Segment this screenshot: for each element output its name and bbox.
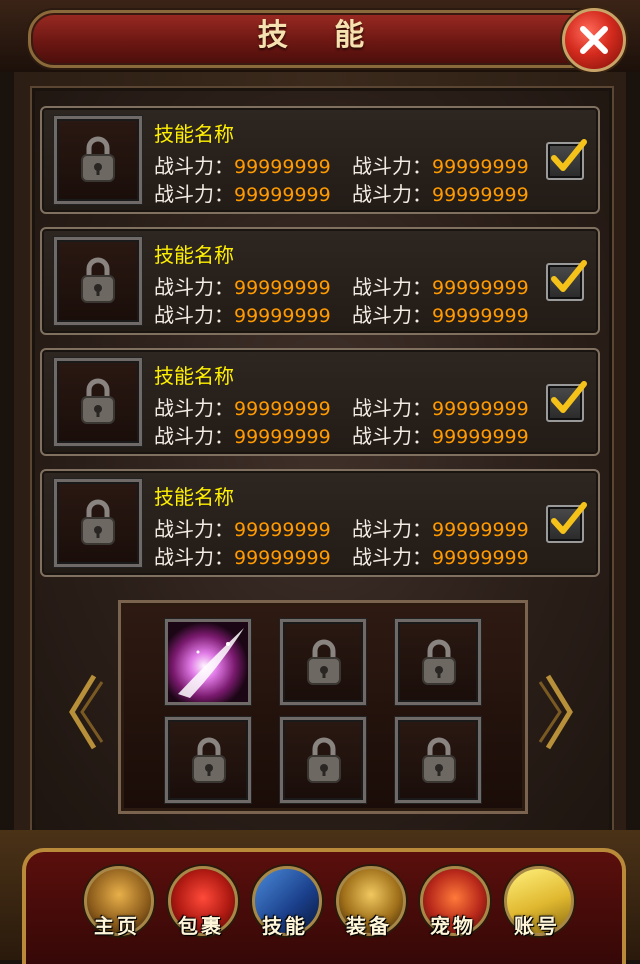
checkmark-icon [551, 502, 587, 534]
stat-power-3: 战斗力：99999999 [154, 303, 331, 327]
skill-checkbox[interactable] [546, 502, 587, 543]
skill-slot[interactable] [395, 717, 481, 803]
nav-label: 宠物 [430, 914, 476, 938]
skill-slot-active[interactable] [165, 619, 251, 705]
skill-checkbox[interactable] [546, 381, 587, 422]
skill-slot[interactable] [280, 619, 366, 705]
page-title: 技 能 [257, 18, 383, 53]
stat-power-3: 战斗力：99999999 [154, 424, 331, 448]
skill-card: 技能名称 战斗力：99999999 战斗力：99999999 战斗力：99999… [40, 227, 600, 335]
skill-slot[interactable] [54, 116, 142, 204]
stat-power-1: 战斗力：99999999 [154, 275, 331, 299]
lock-icon [422, 639, 456, 685]
skill-name: 技能名称 [154, 485, 234, 509]
nav-label: 账号 [514, 914, 560, 938]
chevron-right-icon [538, 674, 573, 750]
stat-power-1: 战斗力：99999999 [154, 154, 331, 178]
stat-power-4: 战斗力：99999999 [352, 303, 529, 327]
skill-slot[interactable] [54, 479, 142, 567]
skill-card: 技能名称 战斗力：99999999 战斗力：99999999 战斗力：99999… [40, 469, 600, 577]
prev-page-button[interactable] [64, 672, 104, 752]
next-page-button[interactable] [538, 672, 578, 752]
skill-name: 技能名称 [154, 243, 234, 267]
stat-power-2: 战斗力：99999999 [352, 275, 529, 299]
nav-label: 包裹 [178, 914, 224, 938]
stat-power-1: 战斗力：99999999 [154, 517, 331, 541]
nav-skill[interactable]: 技能 [248, 866, 324, 942]
nav-label: 技能 [262, 914, 308, 938]
stat-power-3: 战斗力：99999999 [154, 182, 331, 206]
nav-label: 装备 [346, 914, 392, 938]
stat-power-2: 战斗力：99999999 [352, 517, 529, 541]
skill-grid-panel [118, 600, 528, 814]
skill-card: 技能名称 战斗力：99999999 战斗力：99999999 战斗力：99999… [40, 106, 600, 214]
magic-slash-icon [168, 622, 248, 702]
stat-power-4: 战斗力：99999999 [352, 545, 529, 569]
lock-icon [81, 257, 115, 303]
close-icon [580, 26, 608, 54]
lock-icon [307, 737, 341, 783]
lock-icon [192, 737, 226, 783]
lock-icon [422, 737, 456, 783]
chevron-left-icon [69, 674, 104, 750]
nav-pet[interactable]: 宠物 [416, 866, 492, 942]
skill-name: 技能名称 [154, 364, 234, 388]
checkmark-icon [551, 260, 587, 292]
stat-power-2: 战斗力：99999999 [352, 154, 529, 178]
skill-card: 技能名称 战斗力：99999999 战斗力：99999999 战斗力：99999… [40, 348, 600, 456]
skill-checkbox[interactable] [546, 260, 587, 301]
nav-account[interactable]: 账号 [500, 866, 576, 942]
nav-home[interactable]: 主页 [80, 866, 156, 942]
lock-icon [81, 499, 115, 545]
lock-icon [81, 136, 115, 182]
lock-icon [81, 378, 115, 424]
checkmark-icon [551, 381, 587, 413]
stat-power-1: 战斗力：99999999 [154, 396, 331, 420]
nav-equipment[interactable]: 装备 [332, 866, 408, 942]
skill-slot[interactable] [54, 237, 142, 325]
skill-name: 技能名称 [154, 122, 234, 146]
checkmark-icon [551, 139, 587, 171]
skill-slot[interactable] [395, 619, 481, 705]
skill-slot[interactable] [54, 358, 142, 446]
stat-power-4: 战斗力：99999999 [352, 182, 529, 206]
skill-slot[interactable] [165, 717, 251, 803]
stat-power-2: 战斗力：99999999 [352, 396, 529, 420]
skill-slot[interactable] [280, 717, 366, 803]
nav-label: 主页 [94, 914, 140, 938]
nav-bag[interactable]: 包裹 [164, 866, 240, 942]
skill-checkbox[interactable] [546, 139, 587, 180]
close-button[interactable] [562, 8, 626, 72]
stat-power-3: 战斗力：99999999 [154, 545, 331, 569]
stat-power-4: 战斗力：99999999 [352, 424, 529, 448]
lock-icon [307, 639, 341, 685]
